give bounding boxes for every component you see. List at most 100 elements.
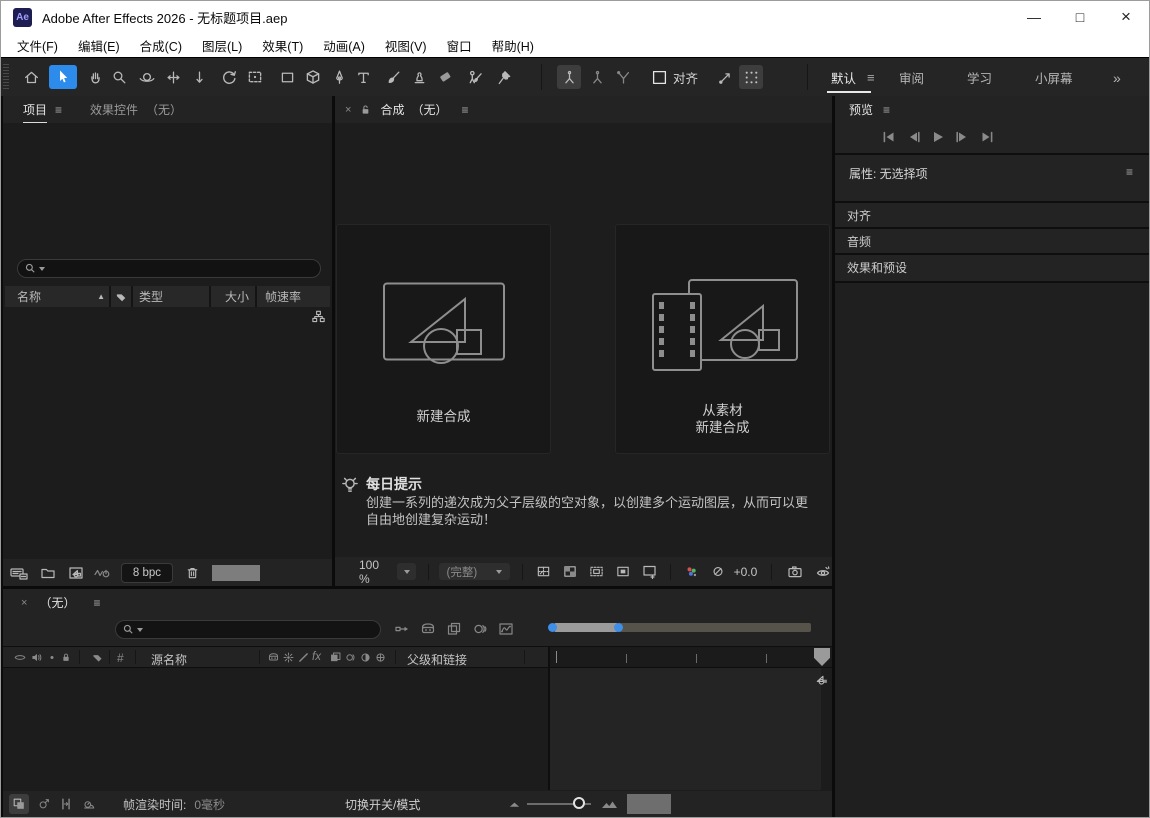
selection-tool[interactable] bbox=[49, 65, 77, 89]
menu-view[interactable]: 视图(V) bbox=[375, 36, 437, 55]
menu-effect[interactable]: 效果(T) bbox=[252, 36, 313, 55]
motion-blur-icon[interactable] bbox=[471, 621, 489, 637]
show-snapshot-icon[interactable] bbox=[814, 564, 832, 580]
home-tool[interactable] bbox=[19, 65, 43, 89]
time-ruler[interactable] bbox=[548, 647, 832, 667]
new-composition-card[interactable]: 新建合成 bbox=[336, 224, 551, 454]
previous-frame-button[interactable] bbox=[906, 131, 922, 143]
workspace-overflow-chevron[interactable]: » bbox=[1113, 58, 1121, 97]
zoom-out-mountain-icon[interactable] bbox=[508, 799, 521, 809]
navigator-end-handle[interactable] bbox=[614, 623, 623, 632]
zoom-in-mountains-icon[interactable] bbox=[601, 798, 619, 810]
time-navigator[interactable] bbox=[548, 623, 811, 632]
project-search-input[interactable] bbox=[17, 259, 321, 278]
resolution-dropdown[interactable]: (完整) bbox=[439, 563, 511, 580]
menu-edit[interactable]: 编辑(E) bbox=[68, 36, 130, 55]
transfer-controls-icon[interactable] bbox=[37, 797, 51, 811]
bit-depth-button[interactable]: 8 bpc bbox=[121, 563, 173, 583]
new-folder-icon[interactable] bbox=[39, 565, 57, 581]
column-name[interactable]: 名称 ▲ bbox=[5, 286, 111, 307]
view-axis-mode-tool[interactable] bbox=[611, 65, 635, 89]
channel-rgb-icon[interactable] bbox=[683, 564, 700, 580]
workspace-tab-small-screen[interactable]: 小屏幕 bbox=[1035, 58, 1073, 97]
maximize-button[interactable]: □ bbox=[1057, 1, 1103, 33]
menu-animation[interactable]: 动画(A) bbox=[313, 36, 375, 55]
source-name-column[interactable]: 源名称 bbox=[151, 651, 187, 668]
shy-toggle-icon[interactable] bbox=[419, 621, 437, 637]
eye-icon[interactable] bbox=[13, 651, 27, 664]
new-composition-from-footage-card[interactable]: 从素材 新建合成 bbox=[615, 224, 830, 454]
in-out-columns-icon[interactable] bbox=[59, 797, 73, 811]
timeline-panel-menu-icon[interactable]: ≡ bbox=[93, 596, 100, 610]
menu-help[interactable]: 帮助(H) bbox=[482, 36, 544, 55]
color-settings-icon[interactable] bbox=[93, 565, 111, 581]
pixel-aspect-icon[interactable] bbox=[641, 564, 658, 580]
lock-column-icon[interactable] bbox=[60, 651, 72, 664]
roto-brush-tool[interactable] bbox=[463, 65, 487, 89]
pen-tool[interactable] bbox=[327, 65, 351, 89]
magnification-dropdown[interactable] bbox=[397, 563, 416, 580]
zoom-tool[interactable] bbox=[107, 65, 131, 89]
menu-window[interactable]: 窗口 bbox=[437, 36, 482, 55]
clone-stamp-tool[interactable] bbox=[407, 65, 431, 89]
transparency-grid-icon[interactable] bbox=[562, 564, 578, 579]
pan-camera-tool[interactable] bbox=[161, 65, 185, 89]
toggle-switches-modes-button[interactable]: 切换开关/模式 bbox=[345, 796, 420, 813]
new-composition-icon[interactable] bbox=[67, 565, 85, 581]
menu-layer[interactable]: 图层(L) bbox=[192, 36, 252, 55]
tab-project[interactable]: 项目 bbox=[23, 101, 47, 118]
expand-layer-switches-icon[interactable] bbox=[9, 794, 29, 814]
exposure-reset-icon[interactable] bbox=[710, 564, 726, 579]
timeline-track-area[interactable] bbox=[548, 668, 821, 790]
preview-panel-menu-icon[interactable]: ≡ bbox=[883, 103, 890, 117]
project-flowchart-icon[interactable] bbox=[311, 309, 326, 324]
align-checkbox[interactable] bbox=[647, 65, 671, 89]
workspace-tab-learn[interactable]: 学习 bbox=[967, 58, 992, 97]
rectangle-tool[interactable] bbox=[275, 65, 299, 89]
snapshot-camera-icon[interactable] bbox=[786, 564, 804, 580]
delete-icon[interactable] bbox=[185, 565, 200, 581]
parent-link-column[interactable]: 父级和链接 bbox=[407, 651, 467, 668]
column-framerate[interactable]: 帧速率 bbox=[257, 286, 330, 307]
label-column-icon[interactable] bbox=[91, 651, 104, 664]
hash-column[interactable]: # bbox=[117, 651, 124, 665]
navigator-start-handle[interactable] bbox=[548, 623, 557, 632]
interpret-footage-icon[interactable] bbox=[9, 564, 29, 582]
audio-icon[interactable] bbox=[30, 651, 43, 664]
timeline-zoom-slider[interactable] bbox=[527, 803, 591, 805]
comp-button-icon[interactable] bbox=[814, 672, 830, 687]
rotate-tool[interactable] bbox=[217, 65, 241, 89]
lock-icon[interactable] bbox=[359, 103, 372, 116]
properties-panel-menu-icon[interactable]: ≡ bbox=[1126, 165, 1133, 179]
column-label-color[interactable] bbox=[111, 286, 133, 307]
pointer-arrow-icon[interactable] bbox=[713, 65, 737, 89]
first-frame-button[interactable] bbox=[881, 131, 897, 143]
column-type[interactable]: 类型 bbox=[133, 286, 211, 307]
eraser-tool[interactable] bbox=[433, 65, 457, 89]
workspace-tab-review[interactable]: 审阅 bbox=[899, 58, 924, 97]
zoom-slider-knob[interactable] bbox=[573, 797, 585, 809]
menu-composition[interactable]: 合成(C) bbox=[130, 36, 192, 55]
menu-file[interactable]: 文件(F) bbox=[7, 36, 68, 55]
mini-flowchart-icon[interactable] bbox=[393, 621, 411, 637]
dolly-camera-tool[interactable] bbox=[187, 65, 211, 89]
section-align[interactable]: 对齐 bbox=[835, 201, 1149, 227]
hand-tool[interactable] bbox=[83, 65, 107, 89]
mask-visibility-icon[interactable] bbox=[615, 564, 631, 579]
local-axis-mode-tool[interactable] bbox=[557, 65, 581, 89]
frame-blending-icon[interactable] bbox=[445, 621, 463, 637]
comp-tab-close-icon[interactable]: × bbox=[345, 104, 351, 116]
tab-timeline-none[interactable]: （无） bbox=[39, 594, 75, 611]
tab-preview[interactable]: 预览 bbox=[849, 101, 873, 118]
minimize-button[interactable]: — bbox=[1011, 1, 1057, 33]
section-audio[interactable]: 音频 bbox=[835, 227, 1149, 253]
brush-tool[interactable] bbox=[381, 65, 405, 89]
magnification-value[interactable]: 100 % bbox=[359, 558, 383, 586]
tab-composition[interactable]: 合成 bbox=[380, 101, 404, 118]
play-button[interactable] bbox=[931, 131, 945, 143]
last-frame-button[interactable] bbox=[979, 131, 995, 143]
orbit-camera-tool[interactable] bbox=[135, 65, 159, 89]
camera-tool[interactable] bbox=[243, 65, 267, 89]
column-size[interactable]: 大小 bbox=[211, 286, 257, 307]
close-button[interactable]: × bbox=[1103, 1, 1149, 33]
